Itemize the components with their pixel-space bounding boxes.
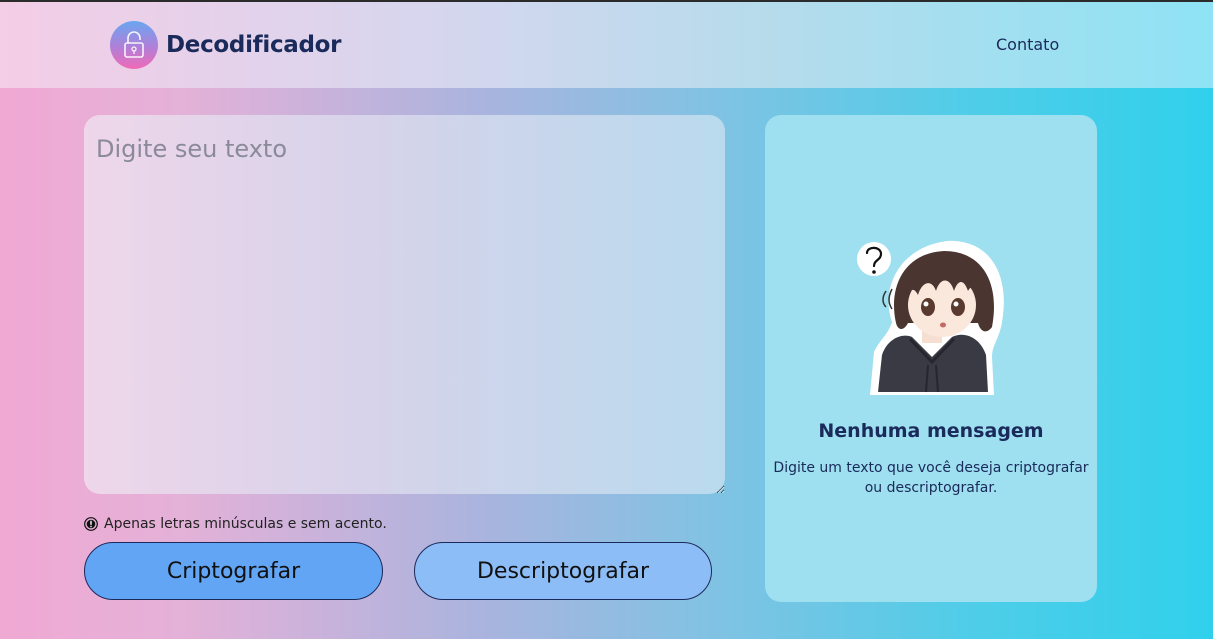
confused-girl-illustration (857, 240, 1004, 395)
empty-state-title: Nenhuma mensagem (818, 420, 1044, 442)
empty-state-description: Digite um texto que você deseja criptogr… (773, 460, 1089, 496)
encrypt-button[interactable]: Criptografar (84, 542, 383, 600)
brand[interactable]: Decodificador (110, 21, 342, 69)
output-panel: Nenhuma mensagem Digite um texto que voc… (765, 115, 1097, 602)
lock-icon (110, 21, 158, 69)
hint-text: Apenas letras minúsculas e sem acento. (104, 516, 387, 532)
nav-contact-link[interactable]: Contato (996, 35, 1059, 54)
decrypt-button[interactable]: Descriptografar (414, 542, 712, 600)
exclamation-icon (84, 517, 98, 531)
brand-title: Decodificador (166, 32, 342, 58)
site-header: Decodificador Contato (0, 2, 1213, 88)
message-input[interactable] (84, 115, 725, 494)
input-hint: Apenas letras minúsculas e sem acento. (84, 516, 387, 532)
